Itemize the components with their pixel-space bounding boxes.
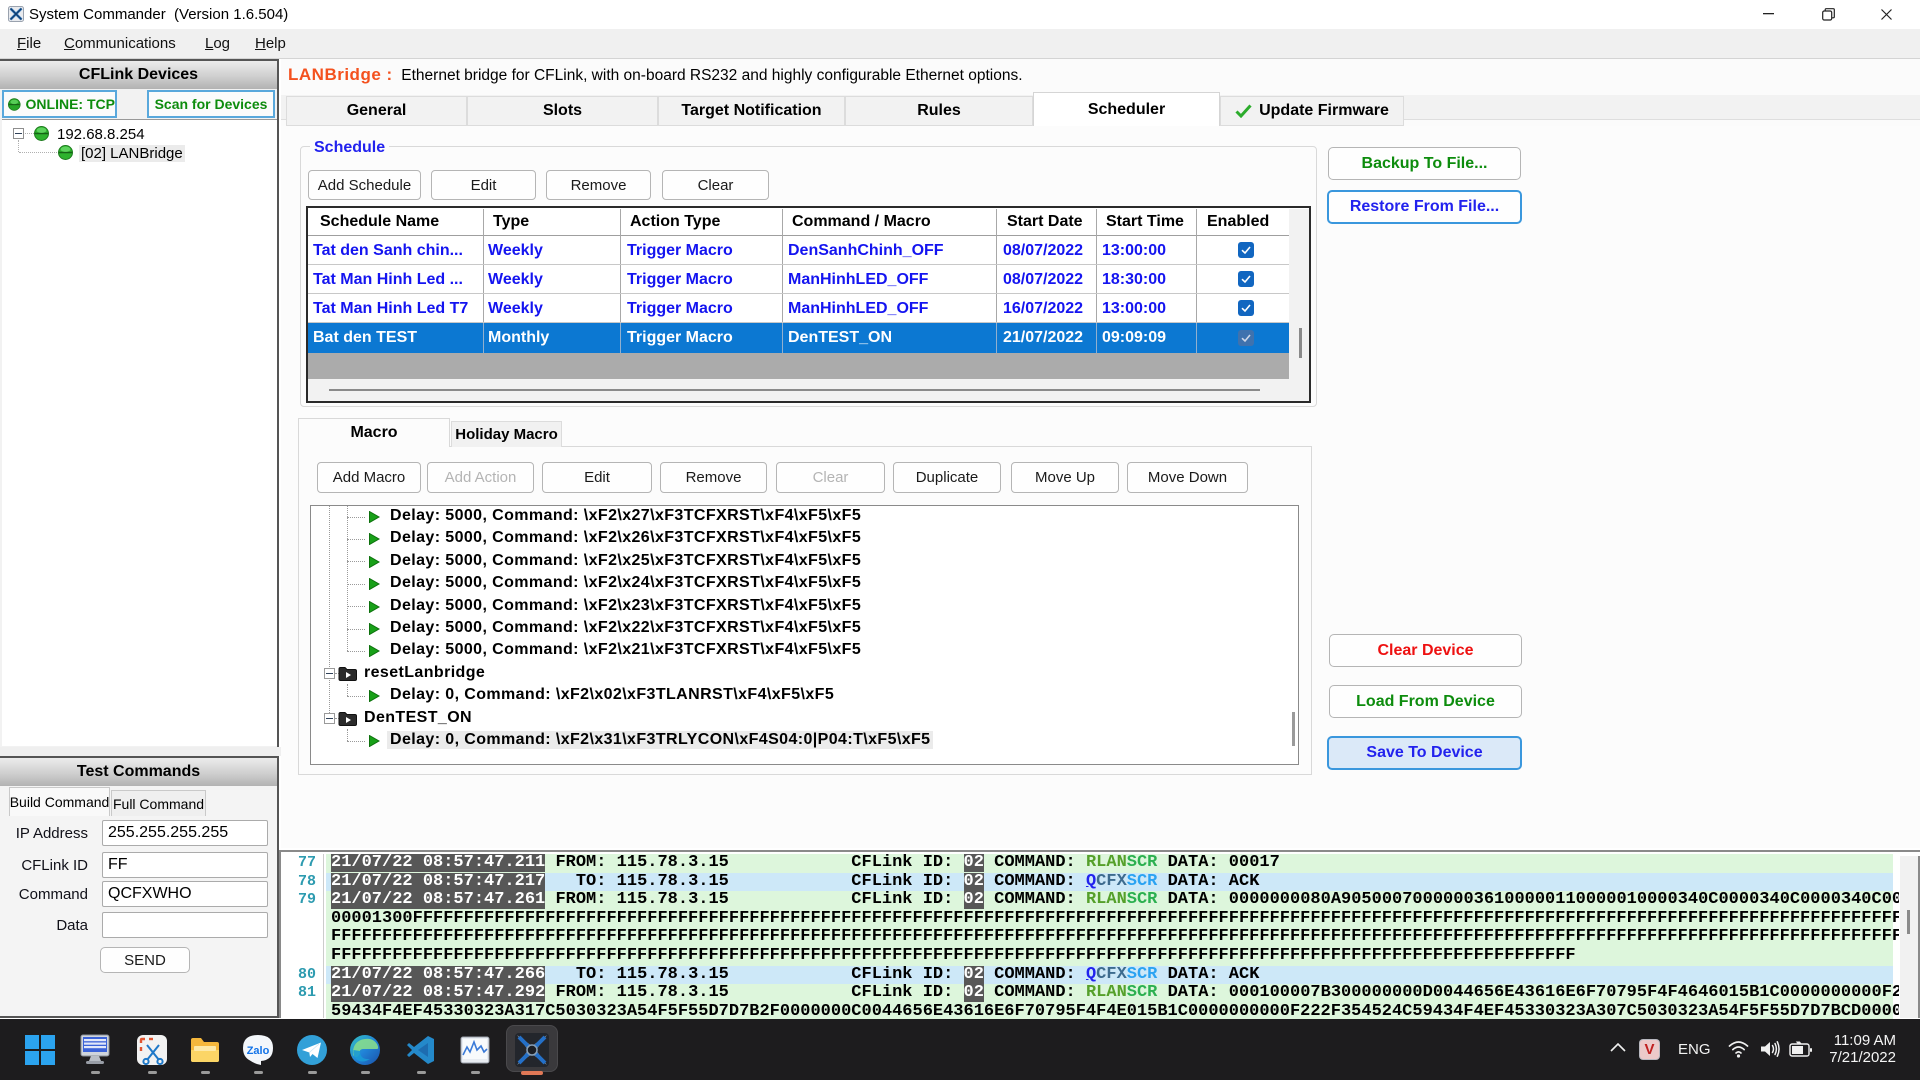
svg-text:Zalo: Zalo <box>247 1045 270 1057</box>
